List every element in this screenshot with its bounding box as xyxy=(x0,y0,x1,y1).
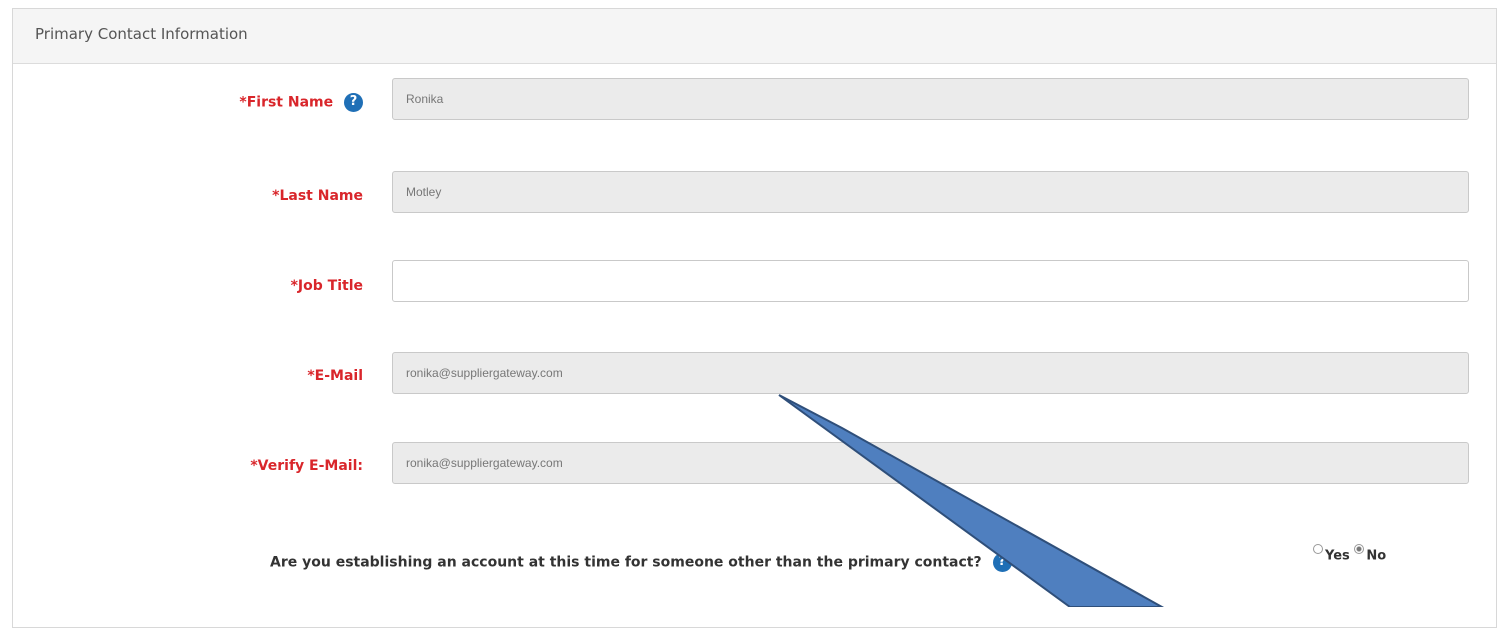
verify-email-field[interactable] xyxy=(392,442,1469,484)
email-field[interactable] xyxy=(392,352,1469,394)
verify-email-label: *Verify E-Mail: xyxy=(250,458,363,474)
other-account-question: Are you establishing an account at this … xyxy=(270,553,1012,572)
help-icon[interactable] xyxy=(992,553,1012,572)
no-radio[interactable] xyxy=(1354,544,1365,554)
job-title-label: *Job Title xyxy=(290,278,363,294)
last-name-label: *Last Name xyxy=(272,188,363,204)
email-label: *E-Mail xyxy=(307,368,363,384)
no-label[interactable]: No xyxy=(1366,548,1386,563)
question-text: Are you establishing an account at this … xyxy=(270,554,982,571)
last-name-field[interactable] xyxy=(392,171,1469,213)
yes-radio[interactable] xyxy=(1313,544,1323,554)
panel-title: Primary Contact Information xyxy=(35,25,248,43)
other-account-radio-group: Yes No xyxy=(1313,544,1386,563)
job-title-field[interactable] xyxy=(392,260,1469,302)
first-name-field[interactable] xyxy=(392,78,1469,120)
yes-label[interactable]: Yes xyxy=(1325,548,1350,563)
first-name-label-row: *First Name xyxy=(239,93,363,112)
help-icon[interactable] xyxy=(344,93,363,112)
first-name-label: *First Name xyxy=(239,94,334,111)
panel-header: Primary Contact Information xyxy=(13,9,1496,64)
